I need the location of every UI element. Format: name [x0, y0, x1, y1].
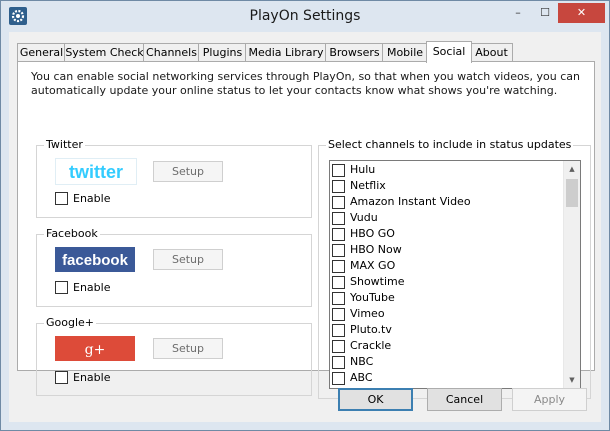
googleplus-logo-text: g+ — [85, 342, 106, 358]
facebook-logo: facebook — [55, 247, 135, 272]
scroll-up-icon[interactable]: ▲ — [564, 161, 580, 177]
scroll-thumb[interactable] — [566, 179, 578, 207]
channel-label: HBO Now — [350, 243, 402, 256]
tab-channels[interactable]: Channels — [143, 43, 200, 62]
googleplus-enable-checkbox[interactable] — [55, 371, 68, 384]
settings-window: PlayOn Settings – ☐ ✕ General System Che… — [0, 0, 610, 431]
channel-checkbox[interactable] — [332, 244, 345, 257]
facebook-group: Facebook facebook Setup Enable — [36, 227, 312, 307]
googleplus-group: Google+ g+ Setup Enable — [36, 316, 312, 396]
channel-checkbox[interactable] — [332, 260, 345, 273]
channel-label: Amazon Instant Video — [350, 195, 471, 208]
channel-checkbox[interactable] — [332, 276, 345, 289]
twitter-group-label: Twitter — [44, 138, 85, 151]
ok-button[interactable]: OK — [338, 388, 413, 411]
channel-label: Pluto.tv — [350, 323, 392, 336]
channel-checkbox[interactable] — [332, 196, 345, 209]
channel-label: Crackle — [350, 339, 392, 352]
maximize-button[interactable]: ☐ — [532, 3, 558, 23]
channel-checkbox[interactable] — [332, 212, 345, 225]
channel-label: MAX GO — [350, 259, 396, 272]
channel-label: ABC — [350, 371, 373, 384]
channel-checkbox[interactable] — [332, 340, 345, 353]
channel-checkbox[interactable] — [332, 292, 345, 305]
channel-label: Vimeo — [350, 307, 385, 320]
googleplus-logo: g+ — [55, 336, 135, 361]
minimize-button[interactable]: – — [505, 3, 531, 23]
cancel-button[interactable]: Cancel — [427, 388, 502, 411]
channel-checkbox[interactable] — [332, 372, 345, 385]
tab-browsers[interactable]: Browsers — [325, 43, 384, 62]
channel-label: Showtime — [350, 275, 405, 288]
scroll-down-icon[interactable]: ▼ — [564, 372, 580, 388]
channel-label: Vudu — [350, 211, 378, 224]
tab-about[interactable]: About — [470, 43, 513, 62]
apply-button[interactable]: Apply — [512, 388, 587, 411]
social-tab-panel: You can enable social networking service… — [17, 61, 595, 399]
facebook-enable-checkbox[interactable] — [55, 281, 68, 294]
social-intro-text: You can enable social networking service… — [31, 70, 580, 97]
channel-checkbox[interactable] — [332, 180, 345, 193]
tab-system-check[interactable]: System Check — [64, 43, 145, 62]
tab-plugins[interactable]: Plugins — [198, 43, 247, 62]
facebook-logo-text: facebook — [62, 252, 129, 269]
tab-social[interactable]: Social — [426, 41, 472, 63]
twitter-group: Twitter twitter Setup Enable — [36, 138, 312, 218]
tab-mobile[interactable]: Mobile — [382, 43, 428, 62]
channel-label: Hulu — [350, 163, 376, 176]
channels-group-label: Select channels to include in status upd… — [326, 138, 574, 151]
channel-label: NBC — [350, 355, 374, 368]
twitter-enable-checkbox[interactable] — [55, 192, 68, 205]
channel-label: Netflix — [350, 179, 386, 192]
channels-group: Select channels to include in status upd… — [318, 138, 591, 399]
twitter-logo-text: twitter — [69, 162, 123, 182]
facebook-setup-button[interactable]: Setup — [153, 249, 223, 270]
googleplus-setup-button[interactable]: Setup — [153, 338, 223, 359]
tab-general[interactable]: General — [17, 43, 66, 62]
channel-checkbox[interactable] — [332, 356, 345, 369]
facebook-enable-label: Enable — [73, 281, 111, 294]
twitter-enable-label: Enable — [73, 192, 111, 205]
channel-checkbox[interactable] — [332, 228, 345, 241]
channel-label: YouTube — [350, 291, 395, 304]
channel-label: HBO GO — [350, 227, 395, 240]
googleplus-group-label: Google+ — [44, 316, 97, 329]
facebook-group-label: Facebook — [44, 227, 100, 240]
channel-checkbox[interactable] — [332, 324, 345, 337]
dialog-body: General System Check Channels Plugins Me… — [9, 32, 601, 422]
googleplus-enable-label: Enable — [73, 371, 111, 384]
close-button[interactable]: ✕ — [558, 3, 605, 23]
twitter-logo: twitter — [55, 158, 137, 185]
channel-checkbox[interactable] — [332, 164, 345, 177]
channel-list-scrollbar[interactable]: ▲ ▼ — [563, 161, 580, 388]
twitter-setup-button[interactable]: Setup — [153, 161, 223, 182]
title-bar[interactable]: PlayOn Settings – ☐ ✕ — [1, 1, 609, 32]
channel-checkbox[interactable] — [332, 308, 345, 321]
channel-list[interactable]: Hulu Netflix Amazon Instant Video Vudu H… — [329, 160, 581, 389]
tab-media-library[interactable]: Media Library — [245, 43, 327, 62]
